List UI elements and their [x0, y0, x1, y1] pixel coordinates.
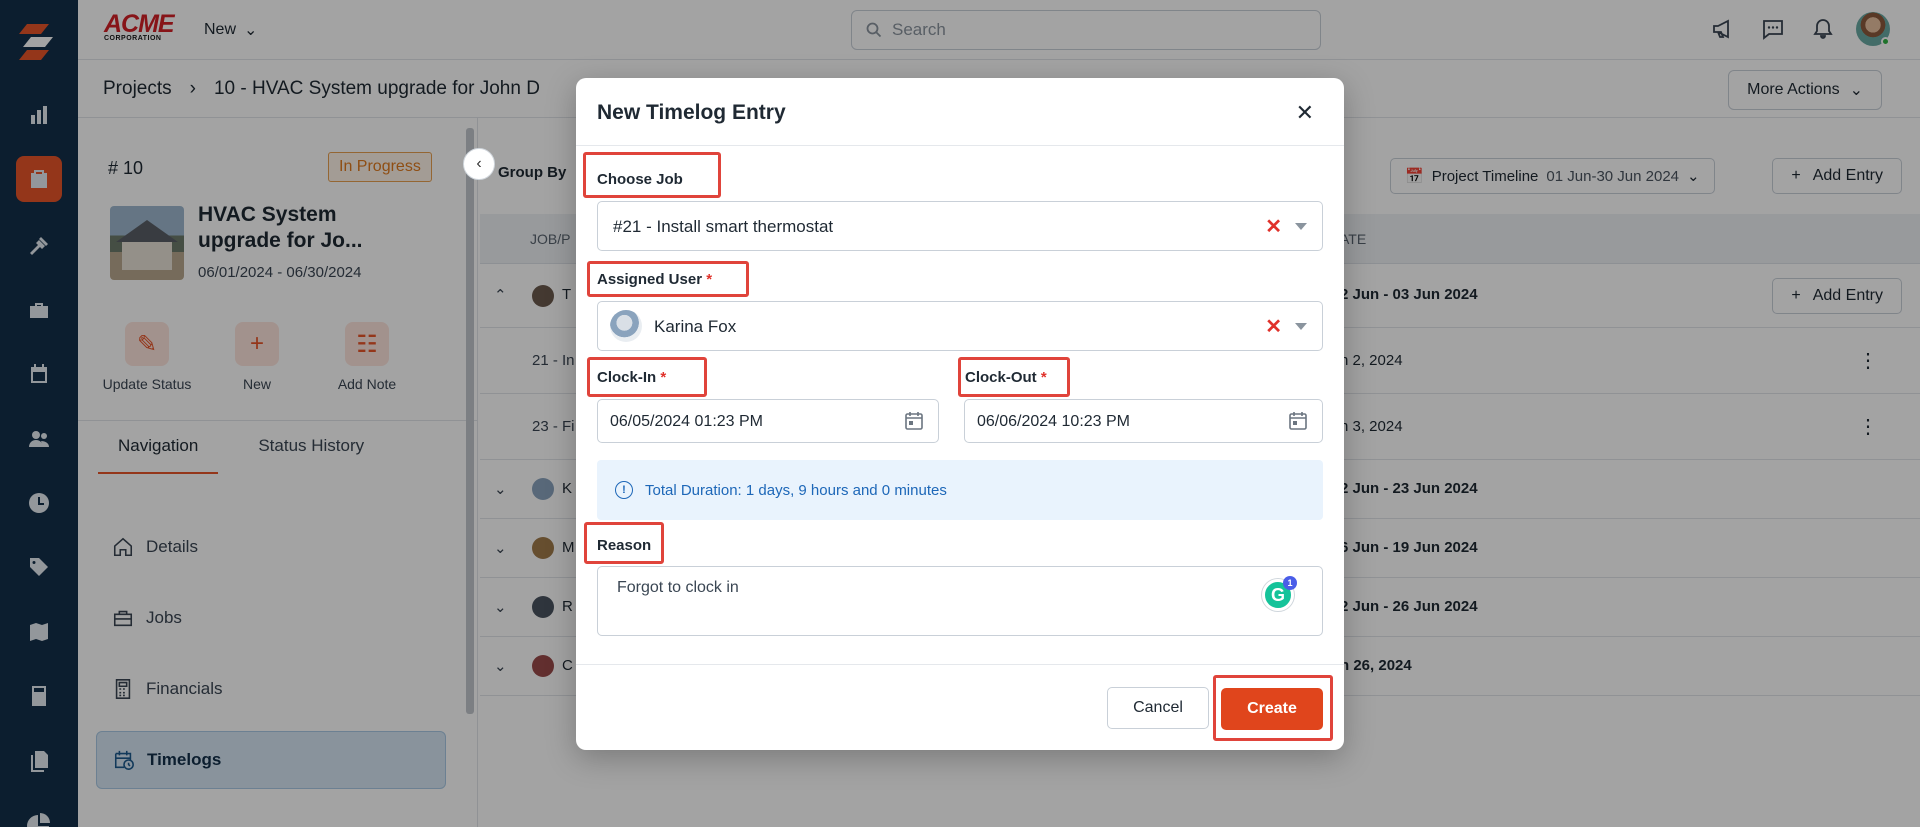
info-icon: ! — [615, 481, 633, 499]
app-root: ACME CORPORATION New ⌄ Search Projects ›… — [0, 0, 1920, 827]
calendar-icon[interactable] — [1288, 411, 1308, 431]
collapse-panel-button[interactable]: ‹ — [463, 148, 495, 180]
cancel-button[interactable]: Cancel — [1107, 687, 1209, 729]
modal-footer-divider — [576, 664, 1344, 665]
clock-out-label: Clock-Out * — [965, 369, 1047, 386]
required-mark: * — [660, 369, 667, 386]
assigned-user-select[interactable]: Karina Fox ✕ — [597, 301, 1323, 351]
reason-label-text: Reason — [597, 537, 652, 554]
total-duration-info: ! Total Duration: 1 days, 9 hours and 0 … — [597, 460, 1323, 520]
total-duration-text: Total Duration: 1 days, 9 hours and 0 mi… — [645, 481, 947, 499]
required-mark: * — [1040, 369, 1047, 386]
choose-job-select[interactable]: #21 - Install smart thermostat ✕ — [597, 201, 1323, 251]
clock-in-label-text: Clock-In — [597, 369, 657, 386]
avatar — [610, 310, 642, 342]
modal-header: New Timelog Entry ✕ — [576, 78, 1344, 146]
assigned-user-label: Assigned User * — [597, 271, 712, 288]
create-button[interactable]: Create — [1221, 688, 1323, 730]
modal-title: New Timelog Entry — [597, 101, 786, 124]
clock-in-value: 06/05/2024 01:23 PM — [610, 413, 764, 430]
clock-out-input[interactable]: 06/06/2024 10:23 PM — [964, 399, 1323, 443]
clear-icon[interactable]: ✕ — [1265, 314, 1282, 339]
calendar-icon[interactable] — [904, 411, 924, 431]
reason-textarea[interactable]: Forgot to clock in G1 — [597, 566, 1323, 636]
clear-icon[interactable]: ✕ — [1265, 214, 1282, 239]
required-mark: * — [706, 271, 713, 288]
reason-label: Reason — [597, 537, 651, 554]
choose-job-label: Choose Job — [597, 171, 683, 188]
choose-job-value: #21 - Install smart thermostat — [613, 217, 834, 236]
clock-out-value: 06/06/2024 10:23 PM — [977, 413, 1131, 430]
reason-value: Forgot to clock in — [617, 579, 739, 596]
choose-job-label-text: Choose Job — [597, 171, 683, 188]
chevron-left-icon: ‹ — [476, 155, 482, 172]
close-icon[interactable]: ✕ — [1296, 100, 1314, 126]
caret-down-icon[interactable] — [1295, 223, 1307, 230]
assigned-user-label-text: Assigned User — [597, 271, 703, 288]
clock-in-label: Clock-In * — [597, 369, 666, 386]
clock-in-input[interactable]: 06/05/2024 01:23 PM — [597, 399, 939, 443]
grammarly-icon[interactable]: G1 — [1262, 576, 1297, 611]
grammarly-count: 1 — [1283, 576, 1297, 590]
caret-down-icon[interactable] — [1295, 323, 1307, 330]
clock-out-label-text: Clock-Out — [965, 369, 1037, 386]
new-timelog-modal: New Timelog Entry ✕ Choose Job #21 - Ins… — [576, 78, 1344, 750]
assigned-user-value: Karina Fox — [654, 317, 737, 336]
